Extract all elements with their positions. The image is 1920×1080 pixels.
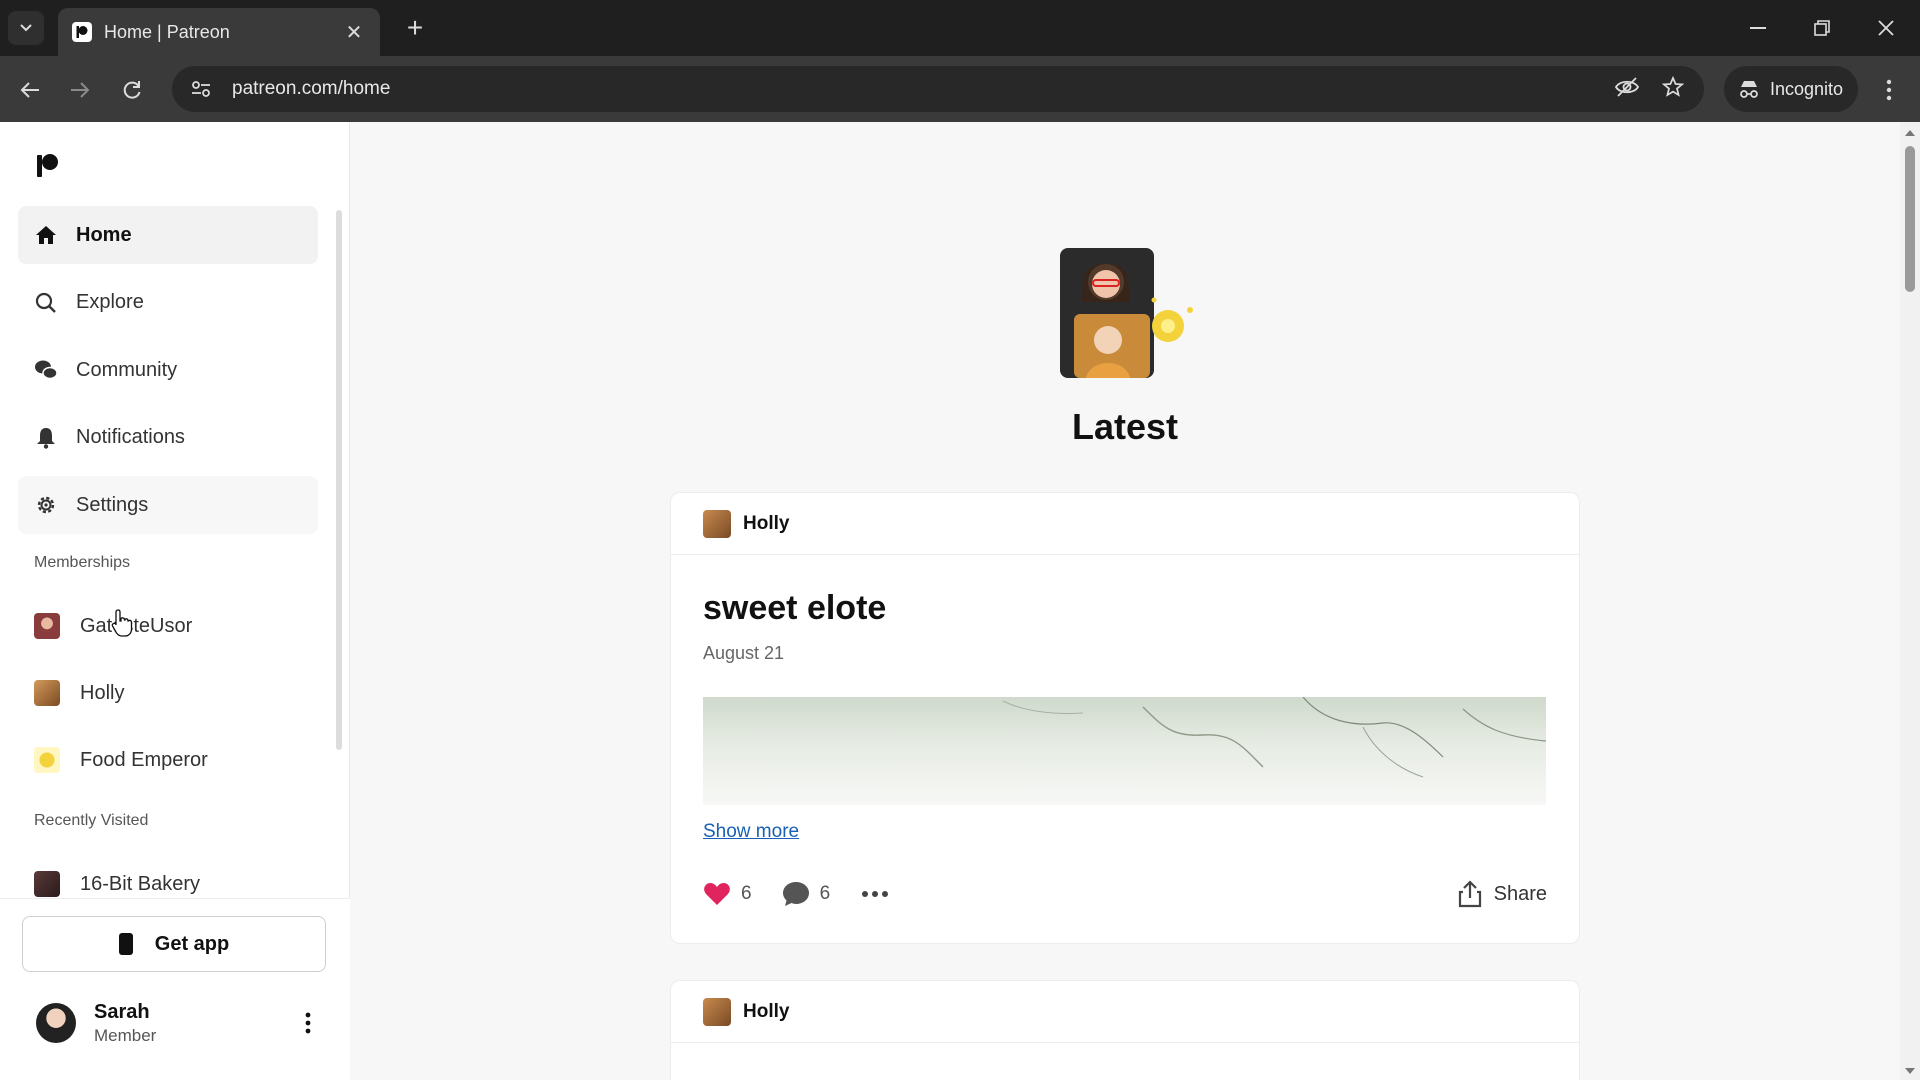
post-card: Holly sweet elote August 21 Show more 6 … (670, 492, 1580, 944)
scroll-thumb[interactable] (1905, 146, 1915, 292)
reload-icon[interactable] (112, 70, 152, 110)
site-settings-icon[interactable] (188, 76, 214, 102)
tab-search-button[interactable] (8, 11, 44, 45)
chevron-down-icon (20, 24, 32, 32)
sidebar-item-community[interactable]: Community (18, 341, 318, 399)
heart-icon (703, 880, 731, 908)
window-close-icon[interactable] (1866, 10, 1906, 46)
browser-tab-bar: Home | Patreon ✕ + (0, 0, 1920, 56)
page-scrollbar[interactable] (1900, 122, 1920, 1080)
sidebar-nav: Home Explore Community Notifications Set… (18, 206, 318, 544)
tab-close-icon[interactable]: ✕ (342, 20, 366, 45)
avatar (34, 613, 60, 639)
patreon-favicon-icon (72, 22, 92, 42)
browser-menu-icon[interactable] (1872, 70, 1906, 110)
back-icon[interactable] (10, 70, 50, 110)
patreon-logo-icon[interactable] (36, 152, 60, 180)
membership-label: Food Emperor (80, 748, 208, 771)
post-title[interactable]: sweet elote (703, 589, 886, 628)
browser-toolbar: patreon.com/home Incognito (0, 56, 1920, 122)
more-actions-button[interactable] (860, 880, 900, 908)
comment-button[interactable]: 6 (782, 880, 831, 908)
phone-icon (118, 933, 133, 955)
eye-off-icon[interactable] (1610, 70, 1644, 104)
scroll-down-arrow-icon[interactable] (1900, 1064, 1920, 1078)
sidebar-item-home[interactable]: Home (18, 206, 318, 264)
sidebar-item-label: Community (76, 358, 178, 381)
user-profile[interactable]: Sarah Member (36, 993, 326, 1053)
incognito-icon (1740, 81, 1758, 98)
home-icon (34, 223, 58, 247)
incognito-label: Incognito (1770, 78, 1844, 99)
tab-title: Home | Patreon (104, 21, 230, 42)
scroll-up-arrow-icon[interactable] (1900, 126, 1920, 140)
page-title: Latest (1071, 406, 1179, 447)
restore-icon[interactable] (1802, 10, 1842, 46)
page-content: Home Explore Community Notifications Set… (0, 122, 1920, 1080)
post-creator[interactable]: Holly (671, 493, 1579, 555)
search-icon (34, 291, 58, 315)
bell-icon (34, 426, 58, 450)
share-icon (1456, 880, 1484, 908)
sidebar-scrollbar[interactable] (336, 210, 342, 750)
membership-label: GatesteUsor (80, 614, 193, 637)
new-tab-button[interactable]: + (398, 12, 432, 46)
share-label: Share (1493, 882, 1547, 905)
get-app-label: Get app (154, 932, 230, 955)
sidebar-item-label: Notifications (76, 426, 185, 448)
comment-icon (782, 880, 810, 908)
creator-name: Holly (743, 512, 790, 534)
sidebar-item-settings[interactable]: Settings (18, 476, 318, 534)
share-button[interactable]: Share (1456, 877, 1547, 911)
sidebar-item-label: Settings (76, 493, 149, 516)
sidebar: Home Explore Community Notifications Set… (0, 122, 350, 1080)
like-button[interactable]: 6 (703, 880, 752, 908)
address-bar[interactable]: patreon.com/home (172, 66, 1704, 112)
chat-bubbles-icon (34, 358, 58, 382)
latest-illustration (1050, 240, 1200, 390)
post-creator[interactable]: Holly (671, 981, 1579, 1043)
sidebar-footer: Get app Sarah Member (0, 898, 350, 1080)
like-count: 6 (741, 883, 752, 904)
bookmark-star-icon[interactable] (1656, 70, 1690, 104)
get-app-button[interactable]: Get app (22, 916, 326, 972)
avatar (34, 680, 60, 706)
more-options-icon[interactable] (298, 1009, 318, 1037)
user-role: Member (94, 1025, 157, 1045)
post-actions: 6 6 (703, 877, 930, 911)
sidebar-item-label: Home (76, 223, 132, 246)
browser-tab[interactable]: Home | Patreon ✕ (58, 8, 380, 56)
recently-visited-heading: Recently Visited (34, 812, 149, 829)
minimize-icon[interactable] (1738, 10, 1778, 46)
avatar (36, 1003, 76, 1043)
memberships-heading: Memberships (34, 554, 131, 571)
gear-icon (34, 493, 58, 517)
main-feed: Latest Holly sweet elote August 21 Show … (350, 122, 1900, 1080)
show-more-link[interactable]: Show more (703, 821, 799, 843)
recent-item-16-bit-bakery[interactable]: 16-Bit Bakery (34, 868, 200, 900)
sidebar-item-notifications[interactable]: Notifications (18, 409, 318, 467)
post-date: August 21 (703, 643, 785, 663)
membership-item-holly[interactable]: Holly (34, 677, 124, 709)
user-name: Sarah (94, 1000, 150, 1023)
mouse-cursor-icon (111, 609, 133, 637)
avatar (703, 997, 731, 1026)
recent-label: 16-Bit Bakery (80, 872, 201, 895)
sidebar-item-label: Explore (76, 291, 144, 313)
avatar (703, 509, 731, 538)
avatar (34, 871, 60, 897)
more-horizontal-icon (860, 880, 890, 908)
comment-count: 6 (819, 883, 831, 904)
post-image[interactable] (703, 697, 1546, 805)
incognito-badge[interactable]: Incognito (1724, 66, 1858, 112)
membership-label: Holly (80, 681, 125, 704)
avatar (34, 747, 60, 773)
membership-item-food-emperor[interactable]: Food Emperor (34, 744, 208, 776)
creator-name: Holly (743, 1000, 790, 1022)
sidebar-item-explore[interactable]: Explore (18, 274, 318, 332)
post-card: Holly (670, 980, 1580, 1080)
url-text[interactable]: patreon.com/home (232, 78, 390, 100)
forward-icon[interactable] (60, 70, 100, 110)
